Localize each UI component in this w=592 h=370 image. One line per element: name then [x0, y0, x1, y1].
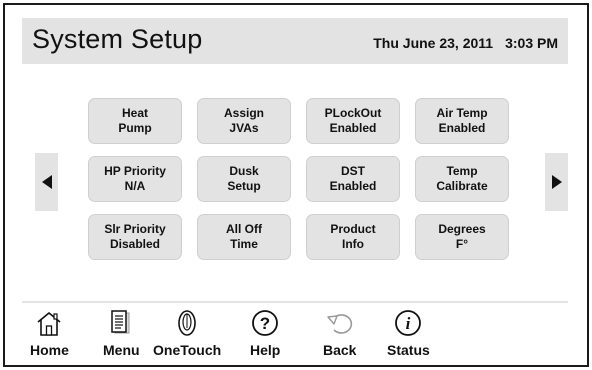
help-glyph: ? — [260, 314, 270, 333]
date-text: Thu June 23, 2011 — [373, 35, 494, 51]
button-label-line1: Heat — [121, 106, 148, 120]
heat-pump-button[interactable]: Heat Pump — [88, 98, 182, 144]
button-label-line1: DST — [341, 164, 365, 178]
button-label-line2: Enabled — [329, 179, 377, 193]
nav-status-button[interactable]: i Status — [387, 308, 430, 358]
nav-label: Home — [30, 342, 69, 358]
plockout-button[interactable]: PLockOut Enabled — [306, 98, 400, 144]
button-label-line2: JVAs — [229, 121, 259, 135]
nav-label: Back — [323, 342, 357, 358]
button-label-line1: Temp — [446, 164, 478, 178]
button-label-line2: N/A — [124, 179, 146, 193]
date-time-display: Thu June 23, 2011 3:03 PM — [373, 35, 558, 51]
slr-priority-button[interactable]: Slr Priority Disabled — [88, 214, 182, 260]
assign-jvas-button[interactable]: Assign JVAs — [197, 98, 291, 144]
button-label-line1: Product — [330, 222, 376, 236]
button-label-line2: Time — [230, 237, 258, 251]
nav-label: Menu — [103, 342, 140, 358]
nav-label: Help — [250, 342, 281, 358]
button-label-line1: PLockOut — [324, 106, 382, 120]
back-icon — [325, 308, 355, 338]
menu-icon — [106, 308, 136, 338]
button-label-line2: Enabled — [438, 121, 486, 135]
degrees-button[interactable]: Degrees F° — [415, 214, 509, 260]
button-label-line2: Disabled — [109, 237, 160, 251]
button-label-line2: Calibrate — [436, 179, 488, 193]
nav-back-button[interactable]: Back — [323, 308, 356, 358]
nav-label: OneTouch — [153, 342, 222, 358]
button-label-line2: Info — [342, 237, 364, 251]
hp-priority-button[interactable]: HP Priority N/A — [88, 156, 182, 202]
dusk-setup-button[interactable]: Dusk Setup — [197, 156, 291, 202]
product-info-button[interactable]: Product Info — [306, 214, 400, 260]
status-glyph: i — [406, 314, 411, 333]
button-label-line2: Enabled — [329, 121, 377, 135]
button-label-line1: HP Priority — [104, 164, 166, 178]
button-label-line2: Pump — [118, 121, 152, 135]
button-label-line1: Assign — [223, 106, 264, 120]
nav-home-button[interactable]: Home — [30, 308, 69, 358]
home-icon — [34, 308, 64, 338]
temp-calibrate-button[interactable]: Temp Calibrate — [415, 156, 509, 202]
button-label-line1: Slr Priority — [104, 222, 166, 236]
nav-label: Status — [387, 342, 430, 358]
nav-menu-button[interactable]: Menu — [103, 308, 140, 358]
button-label-line2: Setup — [227, 179, 261, 193]
status-icon: i — [393, 308, 423, 338]
prev-page-button[interactable] — [35, 153, 58, 211]
nav-help-button[interactable]: ? Help — [250, 308, 280, 358]
next-page-button[interactable] — [545, 153, 568, 211]
triangle-left-icon — [41, 175, 52, 189]
setup-button-grid: Heat Pump Assign JVAs PLockOut Enabled A… — [88, 98, 509, 260]
button-label-line1: Degrees — [438, 222, 486, 236]
dst-button[interactable]: DST Enabled — [306, 156, 400, 202]
triangle-right-icon — [551, 175, 562, 189]
button-label-line1: All Off — [226, 222, 262, 236]
header-bar: System Setup Thu June 23, 2011 3:03 PM — [22, 18, 568, 64]
page-title: System Setup — [32, 24, 203, 54]
nav-onetouch-button[interactable]: OneTouch — [153, 308, 221, 358]
all-off-time-button[interactable]: All Off Time — [197, 214, 291, 260]
onetouch-icon — [172, 308, 202, 338]
time-text: 3:03 PM — [505, 35, 558, 51]
nav-divider — [22, 301, 568, 303]
button-label-line1: Dusk — [229, 164, 259, 178]
air-temp-button[interactable]: Air Temp Enabled — [415, 98, 509, 144]
button-label-line1: Air Temp — [436, 106, 488, 120]
button-label-line2: F° — [455, 237, 469, 251]
help-icon: ? — [250, 308, 280, 338]
